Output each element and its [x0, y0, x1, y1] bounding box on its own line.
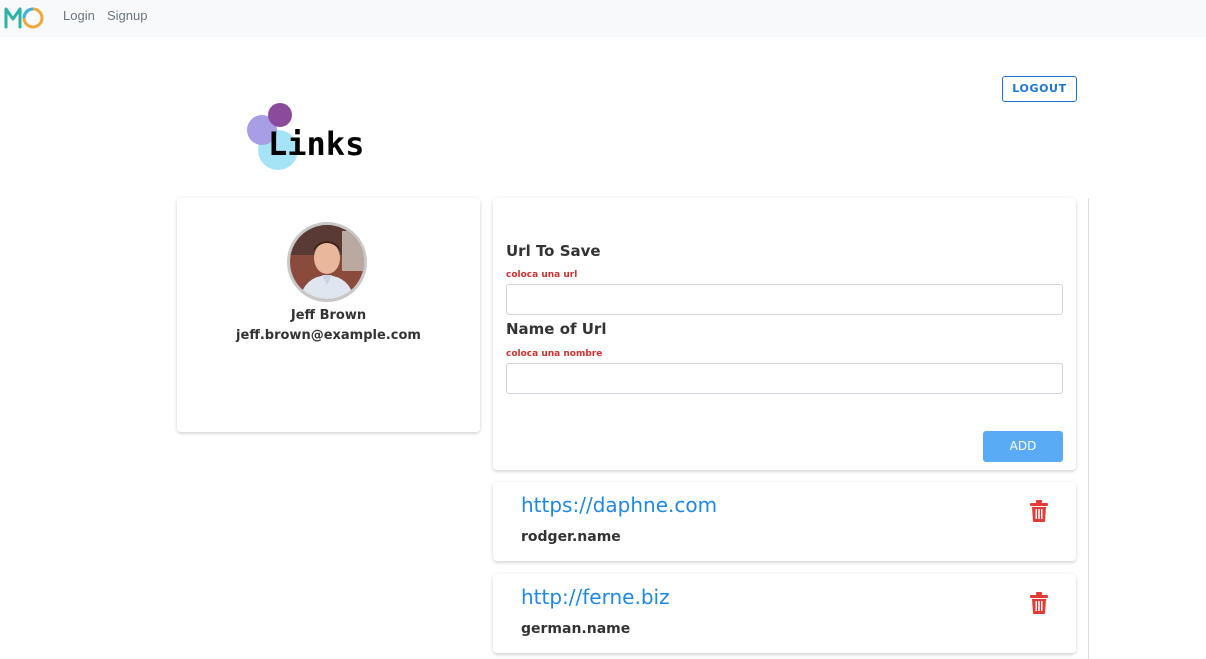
- link-name: german.name: [521, 621, 631, 637]
- avatar: [287, 222, 367, 302]
- logo-icon[interactable]: [3, 3, 45, 29]
- url-label: Url To Save: [506, 242, 601, 260]
- scroll-divider: [1088, 198, 1089, 659]
- link-url[interactable]: https://daphne.com: [521, 493, 717, 517]
- profile-email: jeff.brown@example.com: [236, 328, 421, 343]
- name-input[interactable]: [506, 363, 1063, 394]
- link-name: rodger.name: [521, 529, 621, 545]
- nav-login-link[interactable]: Login: [63, 8, 95, 23]
- add-button[interactable]: ADD: [983, 431, 1063, 462]
- top-navbar: Login Signup: [0, 0, 1206, 37]
- link-card: http://ferne.biz german.name: [493, 574, 1076, 653]
- add-link-form: Url To Save coloca una url Name of Url c…: [493, 198, 1076, 470]
- nav-signup-link[interactable]: Signup: [107, 8, 147, 23]
- trash-icon[interactable]: [1029, 592, 1049, 614]
- logout-button[interactable]: LOGOUT: [1002, 76, 1077, 102]
- url-input[interactable]: [506, 284, 1063, 315]
- link-url[interactable]: http://ferne.biz: [521, 585, 670, 609]
- profile-card: Jeff Brown jeff.brown@example.com: [177, 198, 480, 432]
- page-title: Links: [268, 125, 365, 163]
- name-label: Name of Url: [506, 320, 607, 338]
- trash-icon[interactable]: [1029, 500, 1049, 522]
- avatar-photo: [290, 225, 364, 299]
- profile-name: Jeff Brown: [290, 308, 367, 323]
- link-card: https://daphne.com rodger.name: [493, 482, 1076, 561]
- name-error-hint: coloca una nombre: [506, 349, 603, 359]
- url-error-hint: coloca una url: [506, 270, 578, 280]
